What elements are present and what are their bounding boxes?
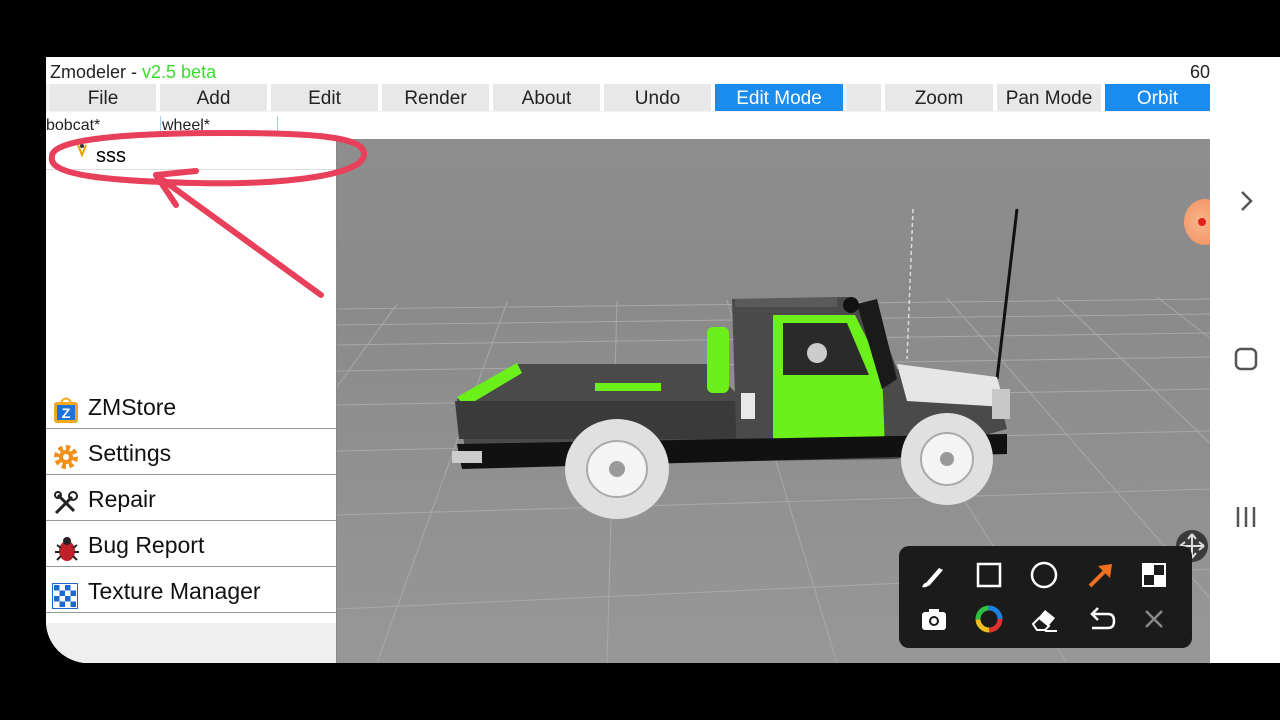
recent-apps-icon[interactable] (1232, 503, 1260, 531)
file-menu-button[interactable]: File (50, 84, 160, 111)
zmstore-label: ZMStore (88, 394, 177, 420)
zmstore-icon: Z (52, 393, 80, 423)
tree-item-label: sss (96, 145, 126, 167)
tab-wheel[interactable]: wheel* (162, 116, 278, 136)
mosaic-icon[interactable] (1137, 558, 1171, 592)
gear-icon (52, 439, 80, 469)
menu-bar: File Add Edit Render About Undo Edit Mod… (46, 84, 1210, 112)
texture-manager-item[interactable]: Texture Manager (46, 567, 336, 613)
arrow-icon[interactable] (1084, 558, 1118, 592)
bug-icon (52, 531, 80, 561)
brush-icon[interactable] (917, 558, 951, 592)
app-title: Zmodeler - v2.5 beta (50, 62, 217, 82)
fps-counter: 60 (1189, 62, 1210, 82)
chevron-right-icon[interactable] (1232, 187, 1260, 215)
repair-label: Repair (88, 486, 156, 512)
add-menu-button[interactable]: Add (160, 84, 271, 111)
rectangle-icon[interactable] (972, 558, 1006, 592)
rear-wheel (565, 419, 669, 519)
side-menu: Z ZMStore Settings Repair Bug Report Tex… (46, 383, 336, 613)
circle-icon[interactable] (1027, 558, 1061, 592)
svg-text:Z: Z (62, 405, 71, 421)
zoom-button[interactable]: Zoom (885, 84, 997, 111)
object-bulb-icon (76, 137, 88, 171)
edit-mode-button[interactable]: Edit Mode (715, 84, 843, 111)
home-button-icon[interactable] (1232, 345, 1260, 373)
settings-label: Settings (88, 440, 172, 466)
camera-icon[interactable] (917, 602, 951, 636)
bug-report-label: Bug Report (88, 532, 205, 558)
screen-draw-toolbar (899, 546, 1192, 648)
app-screen: Zmodeler - v2.5 beta 60 File Add Edit Re… (46, 57, 1210, 663)
undo-arrow-icon[interactable] (1084, 602, 1118, 636)
blank-menu-button[interactable] (847, 84, 885, 111)
phone-nav-bar (1210, 57, 1280, 663)
about-menu-button[interactable]: About (493, 84, 604, 111)
bug-report-item[interactable]: Bug Report (46, 521, 336, 567)
undo-button[interactable]: Undo (604, 84, 715, 111)
zmstore-item[interactable]: Z ZMStore (46, 383, 336, 429)
front-wheel (901, 413, 993, 505)
tab-bobcat[interactable]: bobcat* (46, 116, 161, 136)
texture-manager-label: Texture Manager (88, 578, 261, 604)
tree-item-selected[interactable]: sss (46, 139, 336, 170)
document-tabs: bobcat* wheel* (46, 114, 1210, 138)
title-bar: Zmodeler - v2.5 beta 60 (46, 57, 1210, 85)
wrench-icon (52, 485, 80, 515)
close-icon[interactable] (1137, 602, 1171, 636)
settings-item[interactable]: Settings (46, 429, 336, 475)
object-panel: sss Z ZMStore Settings Repair Bug Report… (46, 139, 337, 663)
repair-item[interactable]: Repair (46, 475, 336, 521)
pan-mode-button[interactable]: Pan Mode (997, 84, 1105, 111)
edit-menu-button[interactable]: Edit (271, 84, 382, 111)
orbit-button[interactable]: Orbit (1105, 84, 1210, 111)
truck-model (452, 208, 1019, 519)
eraser-icon[interactable] (1027, 602, 1061, 636)
panel-footer (46, 623, 336, 663)
render-menu-button[interactable]: Render (382, 84, 493, 111)
checker-texture-icon (51, 577, 80, 610)
app-version: v2.5 beta (142, 62, 217, 82)
color-wheel-icon[interactable] (972, 602, 1006, 636)
